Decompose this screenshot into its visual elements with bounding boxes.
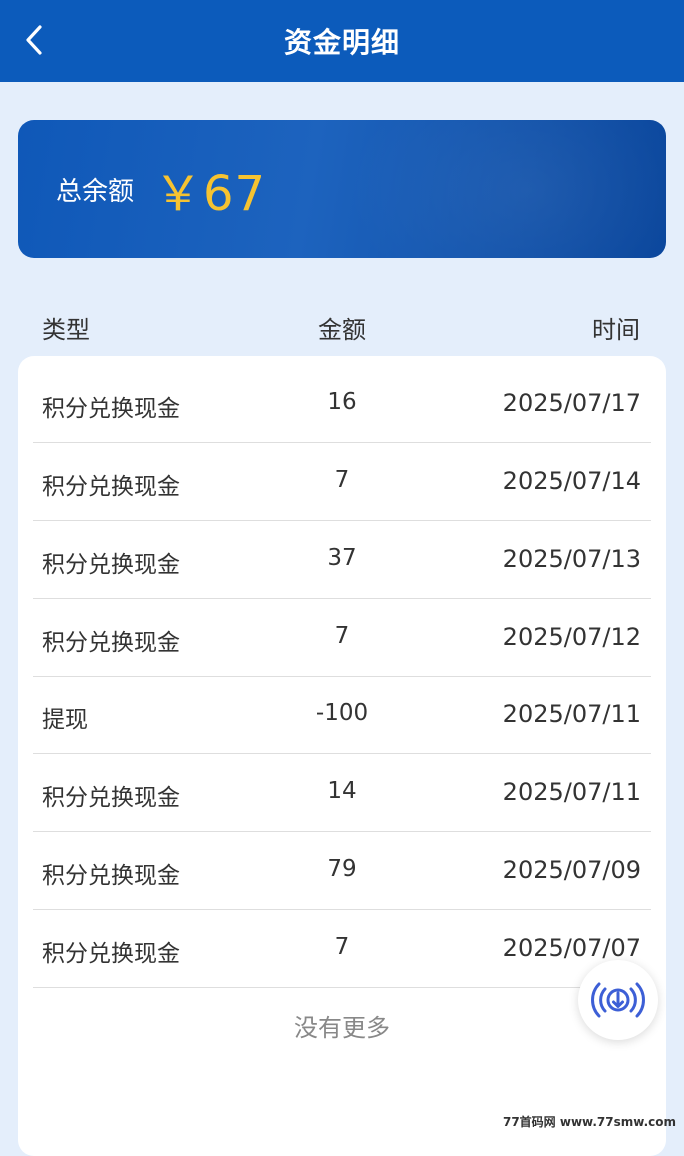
row-time: 2025/07/11 <box>503 778 641 806</box>
page-title: 资金明细 <box>284 21 400 61</box>
table-row: 积分兑换现金 7 2025/07/14 <box>33 443 651 521</box>
row-time: 2025/07/09 <box>503 856 641 884</box>
balance-label: 总余额 <box>56 171 134 208</box>
table-row: 积分兑换现金 16 2025/07/17 <box>33 365 651 443</box>
table-row: 积分兑换现金 7 2025/07/07 <box>33 910 651 988</box>
table-row: 提现 -100 2025/07/11 <box>33 676 651 754</box>
balance-value: ￥67 <box>154 154 266 224</box>
chevron-left-icon <box>23 24 45 56</box>
column-time: 时间 <box>592 310 640 345</box>
table-row: 积分兑换现金 7 2025/07/12 <box>33 599 651 677</box>
back-button[interactable] <box>14 20 54 60</box>
row-time: 2025/07/13 <box>503 545 641 573</box>
app-header: 资金明细 <box>0 0 684 82</box>
row-time: 2025/07/12 <box>503 623 641 651</box>
balance-card: 总余额 ￥67 <box>18 120 666 258</box>
table-row: 积分兑换现金 14 2025/07/11 <box>33 754 651 832</box>
watermark: 77首码网 www.77smw.com <box>503 1113 676 1130</box>
row-time: 2025/07/14 <box>503 467 641 495</box>
row-time: 2025/07/11 <box>503 700 641 728</box>
floating-action-button[interactable] <box>578 960 658 1040</box>
download-signal-icon <box>589 971 647 1029</box>
row-time: 2025/07/07 <box>503 934 641 962</box>
transaction-list: 积分兑换现金 16 2025/07/17 积分兑换现金 7 2025/07/14… <box>18 356 666 1156</box>
table-row: 积分兑换现金 79 2025/07/09 <box>33 832 651 910</box>
table-row: 积分兑换现金 37 2025/07/13 <box>33 521 651 599</box>
column-header: 类型 金额 时间 <box>0 300 684 350</box>
column-amount: 金额 <box>0 310 684 345</box>
no-more-text: 没有更多 <box>18 1008 666 1043</box>
row-time: 2025/07/17 <box>503 389 641 417</box>
